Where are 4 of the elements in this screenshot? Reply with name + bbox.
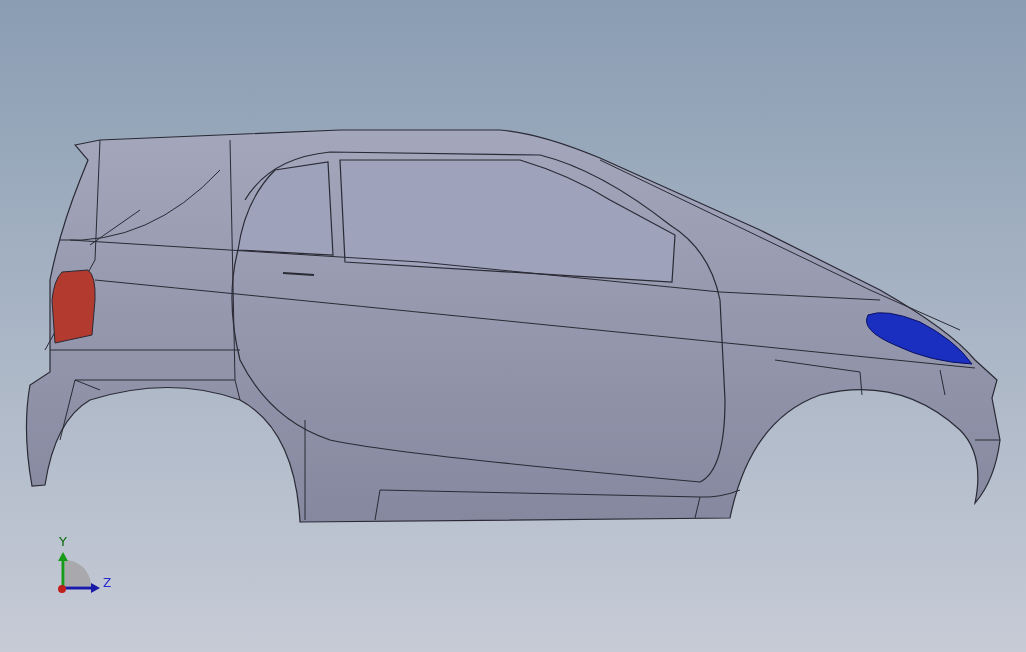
axis-label: Y	[59, 534, 67, 549]
origin-dot	[58, 585, 66, 593]
axis-label: Z	[103, 576, 112, 590]
triad-quadrant	[65, 560, 91, 586]
